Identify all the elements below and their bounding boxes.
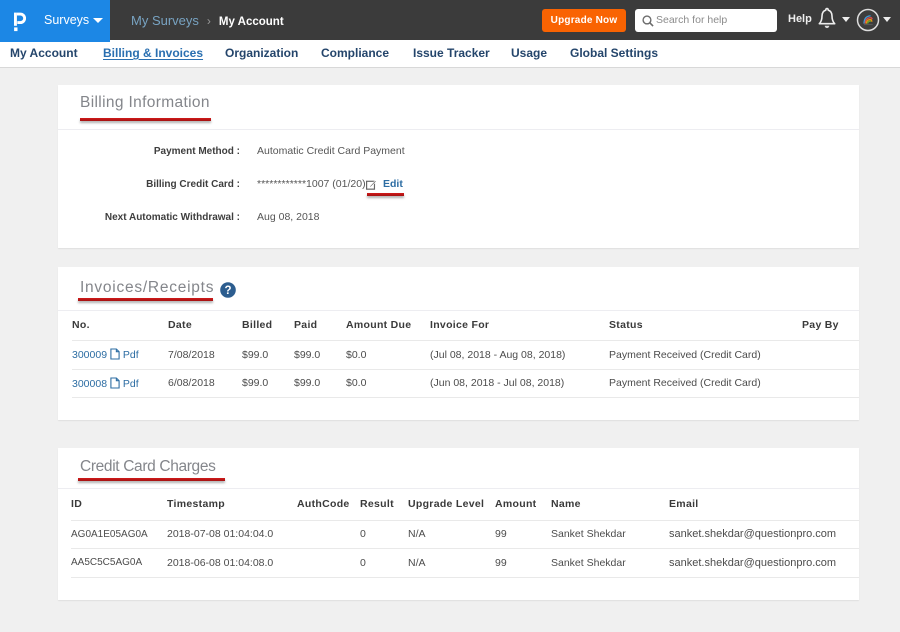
svg-text:?: ? [224, 285, 231, 297]
